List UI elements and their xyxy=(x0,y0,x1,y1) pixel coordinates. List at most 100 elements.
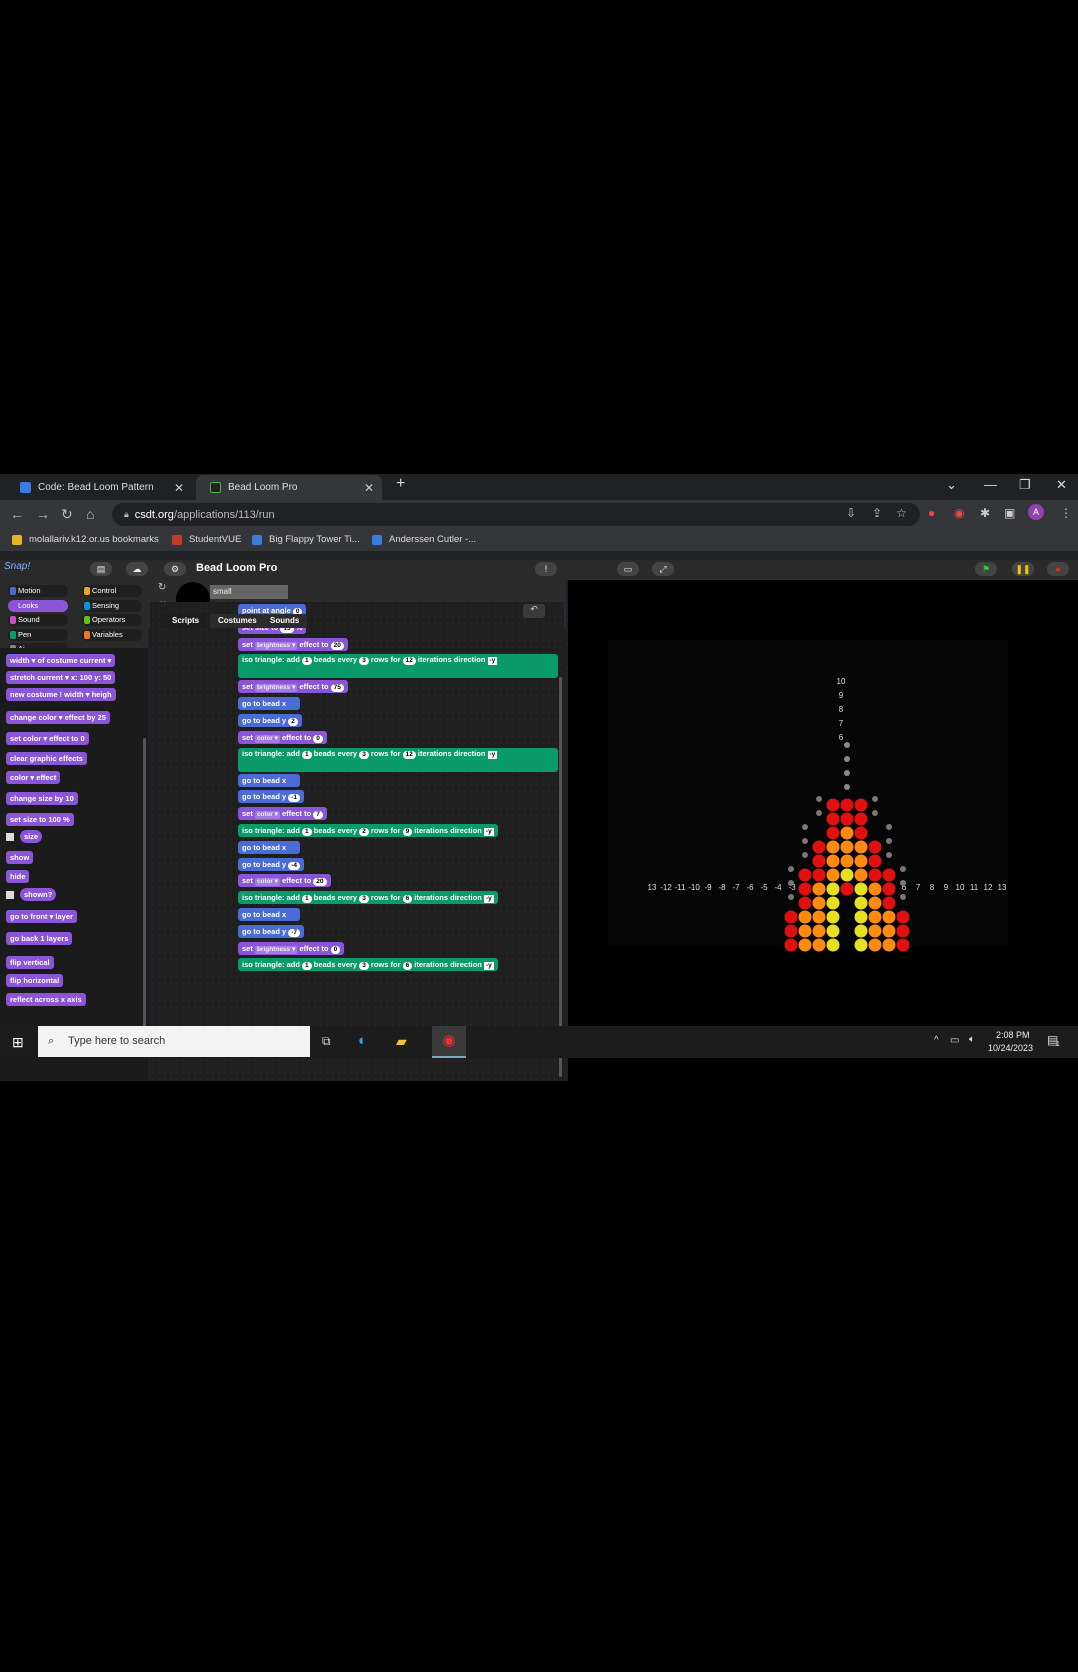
home-icon[interactable]: ⌂ xyxy=(86,506,94,522)
number-slot[interactable]: 3 xyxy=(359,750,369,759)
iso-triangle-block[interactable]: iso triangle: add 1 beads every 2 rows f… xyxy=(238,824,498,837)
clock-date[interactable]: 10/24/2023 xyxy=(988,1043,1033,1053)
back-icon[interactable]: ← xyxy=(10,506,24,522)
palette-scrollbar[interactable] xyxy=(143,738,146,1038)
script-block[interactable]: go to bead y -4 xyxy=(238,857,305,871)
script-block[interactable]: go to bead y 2 xyxy=(238,714,302,727)
install-icon[interactable]: ⇩ xyxy=(846,506,856,520)
new-tab-button[interactable]: + xyxy=(396,475,405,493)
windows-start-icon[interactable]: ⊞ xyxy=(12,1034,24,1051)
volume-icon[interactable]: 🔈︎ xyxy=(969,1034,975,1045)
iso-triangle-block[interactable]: iso triangle: add 1 beads every 3 rows f… xyxy=(238,958,498,972)
bookmark-item[interactable]: StudentVUE xyxy=(172,534,241,545)
number-slot[interactable]: 2 xyxy=(359,828,369,836)
network-icon[interactable]: ▭ xyxy=(950,1035,959,1046)
category-sound[interactable]: Sound xyxy=(8,614,68,626)
category-control[interactable]: Control xyxy=(82,585,142,597)
number-slot[interactable]: 6 xyxy=(402,962,413,971)
restore-icon[interactable]: ❐ xyxy=(1019,477,1031,493)
palette-block[interactable]: hide xyxy=(6,870,30,883)
script-block[interactable]: go to bead x xyxy=(238,908,301,921)
close-window-icon[interactable]: ✕ xyxy=(1056,477,1067,493)
script-block[interactable]: set brightness ▾ effect to 75 xyxy=(238,680,348,694)
text-slot[interactable]: -y xyxy=(483,895,494,904)
number-slot[interactable]: -7 xyxy=(288,928,301,937)
number-slot[interactable]: -1 xyxy=(288,794,301,803)
rotate-style-icon[interactable]: ↻ xyxy=(158,582,166,593)
category-operators[interactable]: Operators xyxy=(82,614,142,626)
category-motion[interactable]: Motion xyxy=(8,585,68,597)
scripts-scrollbar[interactable] xyxy=(559,677,562,1077)
tray-overflow-icon[interactable]: ^ xyxy=(934,1035,939,1046)
number-slot[interactable]: 7 xyxy=(313,811,323,820)
number-slot[interactable]: 12 xyxy=(402,750,416,759)
text-slot[interactable]: -y xyxy=(483,828,494,836)
palette-block[interactable]: set size to 100 % xyxy=(6,813,74,826)
text-slot[interactable]: -y xyxy=(483,962,494,971)
palette-block[interactable]: show xyxy=(6,851,34,864)
chrome-icon[interactable]: ◉ xyxy=(432,1026,466,1058)
tab-costumes[interactable]: Costumes xyxy=(210,614,265,628)
category-variables[interactable]: Variables xyxy=(82,628,142,641)
number-slot[interactable]: 1 xyxy=(302,750,312,759)
palette-block[interactable]: clear graphic effects xyxy=(6,752,87,765)
number-slot[interactable]: 3 xyxy=(359,962,369,971)
iso-triangle-block[interactable]: iso triangle: add 1 beads every 3 rows f… xyxy=(238,654,558,679)
script-block[interactable]: set color ▾ effect to 0 xyxy=(238,730,327,744)
number-slot[interactable]: 3 xyxy=(359,657,369,666)
dropdown-slot[interactable]: brightness ▾ xyxy=(254,945,298,954)
palette-block[interactable]: flip horizontal xyxy=(6,974,64,987)
palette-block[interactable]: go back 1 layers xyxy=(6,932,73,945)
palette-block[interactable]: set color ▾ effect to 0 xyxy=(6,732,89,745)
snap-logo[interactable]: Snap! xyxy=(4,561,30,572)
stage-size-toggle-icon[interactable]: ▭ xyxy=(617,562,639,576)
share-icon[interactable]: ⇪ xyxy=(872,506,882,520)
script-block[interactable]: set brightness ▾ effect to 0 xyxy=(238,941,345,955)
stage-alert-icon[interactable]: ! xyxy=(535,562,557,576)
palette-block[interactable]: new costume ⁝ width ▾ heigh xyxy=(6,688,116,701)
bookmark-item[interactable]: Anderssen Cutler -... xyxy=(372,534,476,545)
number-slot[interactable]: 6 xyxy=(402,895,413,904)
pause-icon[interactable]: ❚❚ xyxy=(1012,562,1034,576)
tab-bead-loom-pro[interactable]: Bead Loom Pro ✕ xyxy=(196,475,382,500)
bookmark-item[interactable]: Big Flappy Tower Ti... xyxy=(252,534,360,545)
tab-scripts[interactable]: Scripts xyxy=(164,614,208,628)
number-slot[interactable]: 1 xyxy=(302,962,312,971)
edge-icon[interactable]: ◐ xyxy=(358,1032,367,1049)
task-view-icon[interactable]: ⧉ xyxy=(322,1034,331,1049)
bookmark-item[interactable]: molallariv.k12.or.us bookmarks xyxy=(12,534,159,545)
category-looks[interactable]: Looks xyxy=(8,599,68,612)
script-block[interactable]: go to bead y -1 xyxy=(238,790,305,804)
extensions-puzzle-icon[interactable]: ✱ xyxy=(980,506,990,520)
close-tab-icon[interactable]: ✕ xyxy=(174,481,184,495)
number-slot[interactable]: 0 xyxy=(330,945,341,954)
minimize-icon[interactable]: — xyxy=(984,477,997,492)
settings-gear-icon[interactable]: ⚙ xyxy=(164,562,186,576)
dropdown-slot[interactable]: color ▾ xyxy=(254,878,280,887)
tab-search-icon[interactable]: ⌄ xyxy=(946,477,957,493)
stop-icon[interactable]: ● xyxy=(1047,562,1069,576)
palette-block[interactable]: reflect across x axis xyxy=(6,993,86,1006)
bookmark-star-icon[interactable]: ☆ xyxy=(896,506,907,520)
green-flag-icon[interactable]: ⚑ xyxy=(975,562,997,576)
watcher-checkbox[interactable] xyxy=(6,833,14,841)
dropdown-slot[interactable]: brightness ▾ xyxy=(254,641,298,650)
number-slot[interactable]: 12 xyxy=(402,657,416,666)
number-slot[interactable]: 2 xyxy=(288,718,298,726)
category-pen[interactable]: Pen xyxy=(8,628,68,641)
reload-icon[interactable]: ↻ xyxy=(61,506,73,523)
cloud-menu-icon[interactable]: ☁ xyxy=(126,562,148,576)
undo-icon[interactable]: ↶ xyxy=(523,604,545,618)
palette-block[interactable]: stretch current ▾ x: 100 y: 50 xyxy=(6,671,116,684)
file-explorer-icon[interactable]: ▰ xyxy=(396,1033,407,1050)
scripts-area[interactable]: ↶ ⌨ point at angle 0 set size to 15 % se… xyxy=(150,602,594,1081)
text-slot[interactable]: -y xyxy=(487,750,498,759)
number-slot[interactable]: 1 xyxy=(302,828,312,836)
number-slot[interactable]: 1 xyxy=(302,895,312,904)
script-block[interactable]: set color ▾ effect to 20 xyxy=(238,874,331,888)
number-slot[interactable]: 0 xyxy=(313,734,323,743)
number-slot[interactable]: 75 xyxy=(330,684,344,693)
text-slot[interactable]: -y xyxy=(487,657,498,666)
palette-block[interactable]: shown? xyxy=(20,888,57,901)
palette-block[interactable]: size xyxy=(20,830,43,843)
